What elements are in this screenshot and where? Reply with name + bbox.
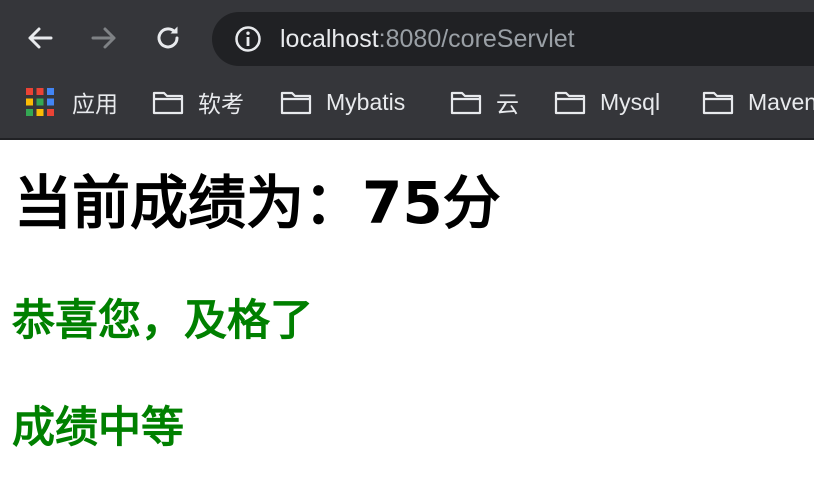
bookmark-apps[interactable]: 应用	[26, 84, 118, 120]
folder-icon	[554, 91, 586, 115]
back-button[interactable]	[20, 18, 60, 58]
bookmark-folder[interactable]: Mysql	[554, 84, 660, 120]
arrow-left-icon	[28, 27, 53, 49]
grade-message: 成绩中等	[12, 403, 184, 453]
url-host: localhost	[280, 25, 379, 53]
browser-toolbar: localhost:8080/coreServlet	[0, 0, 814, 76]
pass-message: 恭喜您，及格了	[12, 296, 313, 346]
browser-chrome: localhost:8080/coreServlet 应用 软考 Mybatis…	[0, 0, 814, 140]
bookmark-label: Mybatis	[326, 88, 406, 115]
reload-button[interactable]	[148, 18, 188, 58]
bookmark-label: 云	[496, 91, 519, 117]
bookmark-folder[interactable]: 软考	[152, 84, 244, 120]
bookmark-label: 应用	[72, 91, 118, 117]
apps-grid-icon	[26, 88, 54, 116]
bookmark-folder[interactable]: Maven	[702, 84, 814, 120]
arrow-right-icon	[91, 27, 116, 49]
forward-button[interactable]	[84, 18, 124, 58]
url-text[interactable]: localhost:8080/coreServlet	[280, 23, 575, 55]
reload-icon	[157, 26, 179, 49]
bookmarks-bar: 应用 软考 Mybatis 云 Mysql Maven	[0, 76, 814, 128]
folder-icon	[152, 91, 184, 115]
bookmark-label: Maven	[748, 88, 814, 115]
info-icon[interactable]	[234, 25, 262, 53]
bookmark-label: Mysql	[600, 88, 661, 115]
score-heading: 当前成绩为：75分	[14, 169, 501, 237]
address-bar[interactable]: localhost:8080/coreServlet	[212, 12, 814, 66]
url-path: :8080/coreServlet	[378, 25, 575, 53]
folder-icon	[702, 91, 734, 115]
bookmark-folder[interactable]: 云	[450, 84, 519, 120]
folder-icon	[450, 91, 482, 115]
bookmark-folder[interactable]: Mybatis	[280, 84, 405, 120]
folder-icon	[280, 91, 312, 115]
bookmark-label: 软考	[198, 91, 244, 117]
page-content: 当前成绩为：75分 恭喜您，及格了 成绩中等	[0, 140, 814, 496]
